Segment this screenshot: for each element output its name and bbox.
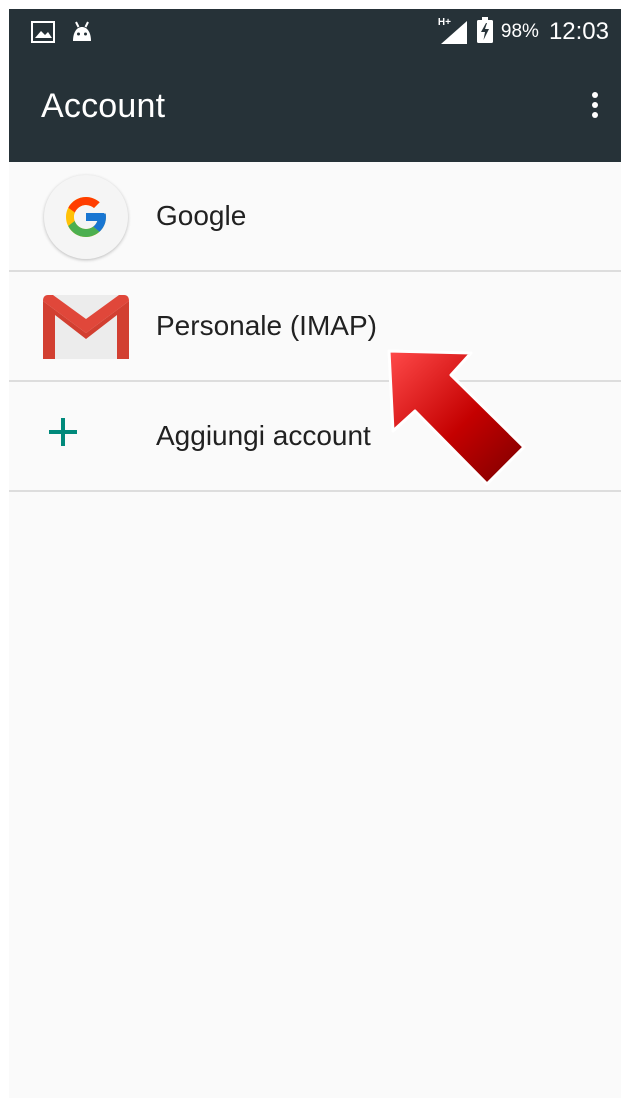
status-bar-notifications xyxy=(31,21,93,48)
add-account-label: Aggiungi account xyxy=(156,420,371,451)
add-account-button[interactable]: Aggiungi account xyxy=(9,382,621,492)
signal-icon: H+ xyxy=(436,17,469,45)
clock: 12:03 xyxy=(548,18,609,45)
page-title: Account xyxy=(41,87,166,125)
android-icon xyxy=(71,21,93,48)
list-item-personale-imap[interactable]: Personale (IMAP) xyxy=(9,272,621,382)
account-list: Google Personale (IMAP) Aggiungi account xyxy=(9,162,621,492)
status-bar-system: H+ 98% 12:03 xyxy=(436,9,609,55)
status-bar: H+ 98% 12:03 xyxy=(9,9,621,55)
account-label: Personale (IMAP) xyxy=(156,310,377,341)
image-icon xyxy=(31,21,55,48)
google-icon xyxy=(43,174,129,260)
battery-charging-icon xyxy=(476,16,493,48)
more-vert-icon[interactable] xyxy=(583,83,607,127)
gmail-icon xyxy=(43,284,129,370)
screen: H+ 98% 12:03 Account Google Personale (I… xyxy=(9,9,621,1098)
network-type-label: H+ xyxy=(436,17,452,28)
list-item-google[interactable]: Google xyxy=(9,162,621,272)
app-bar: Account xyxy=(9,55,621,162)
account-label: Google xyxy=(156,200,247,231)
battery-percent: 98% xyxy=(500,21,539,42)
plus-icon xyxy=(49,418,77,446)
